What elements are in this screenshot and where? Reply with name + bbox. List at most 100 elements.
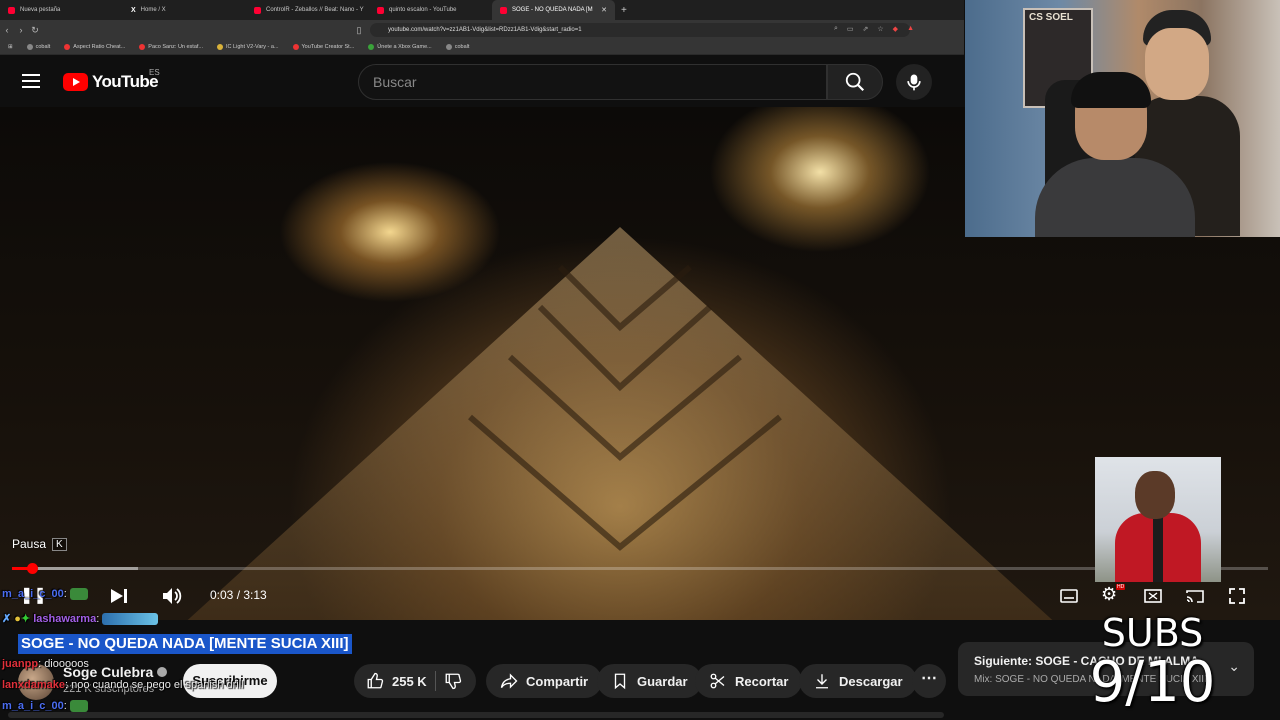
bookmark-item[interactable]: Únete a Xbox Game... — [368, 44, 432, 50]
voice-search-button[interactable] — [896, 64, 932, 100]
search-input[interactable]: Buscar — [358, 64, 827, 100]
youtube-header: YouTube ES Buscar — [0, 56, 964, 107]
horizontal-scrollbar[interactable] — [8, 712, 944, 718]
alert-icon[interactable]: ▲ — [907, 25, 914, 33]
browser-tab[interactable]: X Home / X — [123, 0, 246, 20]
share-icon — [500, 673, 518, 689]
scrubber-handle[interactable] — [27, 563, 39, 574]
artist-jacket-stripe — [1153, 517, 1163, 582]
bookmark-item[interactable]: YouTube Creator St... — [292, 44, 354, 50]
pause-shortcut-key: K — [52, 537, 67, 551]
extension-icon[interactable]: ◆ — [893, 25, 898, 33]
browser-tab-active[interactable]: SOGE - NO QUEDA NADA [M ✕ — [492, 0, 615, 20]
apps-grid-icon[interactable]: ⊞ — [8, 44, 13, 50]
close-tab-icon[interactable]: ✕ — [601, 6, 607, 14]
url-text: youtube.com/watch?v=zz1AB1-Vdig&list=RDz… — [388, 27, 582, 33]
search-button[interactable] — [827, 64, 883, 100]
fullscreen-icon[interactable] — [1229, 588, 1245, 604]
star-icon[interactable]: ☆ — [877, 25, 883, 33]
video-title: SOGE - NO QUEDA NADA [MENTE SUCIA XIII] — [18, 634, 352, 654]
like-count: 255 K — [392, 673, 427, 689]
pause-tooltip-label: Pausa — [12, 537, 47, 551]
download-label: Descargar — [839, 673, 903, 689]
like-button[interactable]: 255 K — [366, 664, 427, 698]
bookmark-favicon-icon — [445, 44, 452, 50]
like-dislike-group: 255 K — [354, 664, 476, 698]
bookmark-item[interactable]: Aspect Ratio Cheat... — [64, 44, 125, 50]
save-button[interactable]: Guardar — [597, 664, 702, 698]
scissors-icon — [710, 673, 725, 689]
microphone-icon — [907, 74, 921, 91]
dislike-button[interactable] — [444, 672, 462, 690]
cutout-figure-face — [1145, 28, 1209, 100]
next-icon[interactable] — [110, 588, 128, 604]
clip-button[interactable]: Recortar — [695, 664, 803, 698]
volume-icon[interactable] — [162, 587, 182, 605]
share-page-icon[interactable]: ⇗ — [863, 25, 869, 33]
youtube-play-logo-icon — [63, 73, 88, 91]
chat-emote-icon — [69, 700, 88, 713]
sword-badge-icon: ✗ — [2, 613, 12, 625]
overlay-chat-message: ✗ ●✦ lashawarma: — [2, 612, 159, 626]
miniplayer-icon[interactable] — [1144, 589, 1162, 603]
bookmark-favicon-icon — [139, 44, 146, 50]
youtube-favicon-icon — [254, 6, 261, 14]
bookmark-item[interactable]: IC Light V2-Vary - a... — [217, 44, 279, 50]
address-bar-actions: ⌕ ▭ ⇗ ☆ ◆ ▲ — [834, 25, 914, 33]
browser-tab[interactable]: ControlR - Zeballos // Beat: Nano - Y — [246, 0, 369, 20]
more-actions-icon[interactable]: ⋯ — [912, 664, 946, 698]
overlay-chat-message: lanxdamake: noo cuando se pego el spanis… — [2, 679, 244, 691]
bookmark-icon[interactable]: ▯ — [352, 25, 366, 36]
youtube-favicon-icon — [8, 6, 15, 14]
hd-badge: HD — [1116, 584, 1126, 590]
tab-label: Home / X — [140, 7, 166, 13]
bookmarks-bar: ⊞ cobalt Aspect Ratio Cheat... Paco Sanz… — [0, 40, 964, 55]
subtitles-icon[interactable] — [1060, 589, 1078, 603]
back-icon[interactable]: ‹ — [0, 25, 14, 35]
bookmark-item[interactable]: cobalt — [26, 44, 50, 50]
url-field[interactable]: youtube.com/watch?v=zz1AB1-Vdig&list=RDz… — [370, 23, 910, 37]
share-button[interactable]: Compartir — [486, 664, 603, 698]
new-tab-icon[interactable]: + — [615, 5, 627, 16]
download-icon — [816, 674, 828, 689]
rating-score: 9/10 — [1089, 650, 1216, 715]
progress-bar[interactable] — [12, 563, 1268, 574]
cast-icon[interactable]: ▭ — [847, 25, 854, 33]
streamer-body — [1035, 158, 1195, 237]
tab-label: SOGE - NO QUEDA NADA [M — [512, 7, 593, 13]
share-label: Compartir — [526, 673, 589, 689]
tab-label: Nueva pestaña — [20, 7, 61, 13]
artist-face — [1135, 471, 1175, 519]
cast-icon[interactable] — [1186, 589, 1204, 604]
bookmark-favicon-icon — [368, 44, 375, 50]
zoom-icon[interactable]: ⌕ — [834, 25, 838, 33]
bookmark-item[interactable]: cobalt — [445, 44, 469, 50]
bookmark-favicon-icon — [26, 44, 33, 50]
clip-label: Recortar — [735, 673, 789, 689]
gold-badge-icon: ● — [14, 613, 21, 625]
youtube-favicon-icon — [500, 6, 507, 14]
reload-icon[interactable]: ↻ — [28, 25, 42, 36]
browser-tab[interactable]: quinto escalon - YouTube — [369, 0, 492, 20]
pause-tooltip: Pausa K — [12, 537, 67, 551]
region-code: ES — [149, 68, 160, 77]
bookmark-item[interactable]: Paco Sanz: Un estaf... — [139, 44, 203, 50]
search-icon — [845, 72, 865, 92]
menu-icon[interactable] — [22, 74, 40, 88]
star-badge-icon: ✦ — [20, 613, 31, 625]
bookmark-favicon-icon — [64, 44, 71, 50]
video-frame-pyramid — [187, 227, 1053, 620]
save-label: Guardar — [637, 673, 688, 689]
browser-tab[interactable]: Nueva pestaña — [0, 0, 123, 20]
settings-gear-icon[interactable]: ⚙ — [1101, 584, 1117, 605]
chat-emote-icon — [69, 588, 88, 601]
forward-icon[interactable]: › — [14, 25, 28, 35]
youtube-logo[interactable]: YouTube ES — [63, 68, 160, 92]
tab-label: quinto escalon - YouTube — [389, 7, 457, 13]
tab-label: ControlR - Zeballos // Beat: Nano - Y — [266, 7, 364, 13]
thumbs-up-icon — [367, 672, 384, 689]
youtube-favicon-icon — [377, 6, 384, 14]
download-button[interactable]: Descargar — [799, 664, 917, 698]
overlay-chat-message: m_a_i_c_00: — [2, 588, 88, 601]
streamer-hair — [1071, 72, 1151, 108]
